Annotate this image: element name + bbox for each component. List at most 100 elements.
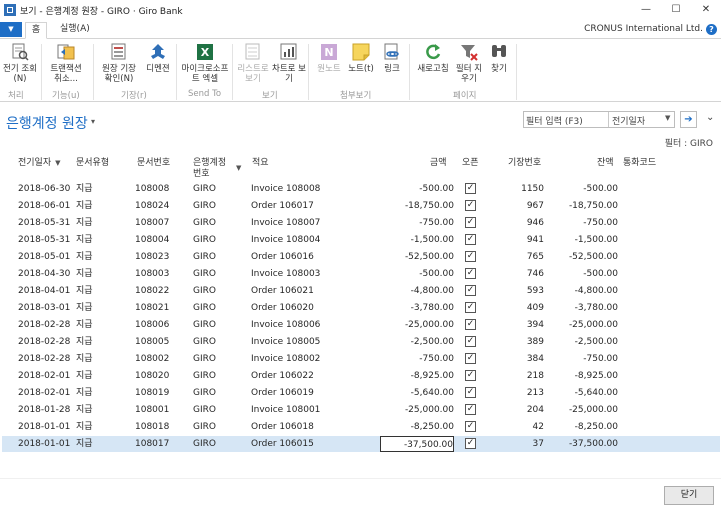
- apply-filter-button[interactable]: ➔: [680, 111, 697, 128]
- cell-bank-account-no[interactable]: GIRO: [193, 266, 243, 282]
- cell-amount[interactable]: -18,750.00: [380, 198, 454, 214]
- column-header-bank-account-no[interactable]: 은행계정 번호: [193, 158, 233, 180]
- cell-entry-no[interactable]: 946: [492, 215, 544, 231]
- cell-posting-date[interactable]: 2018-01-01: [18, 436, 78, 452]
- table-row[interactable]: 2018-02-28 지급 108006 GIRO Invoice 108006 -25,…: [2, 317, 720, 333]
- filter-input[interactable]: 필터 입력 (F3): [526, 114, 583, 127]
- open-checkbox[interactable]: ✓: [465, 438, 476, 449]
- open-checkbox[interactable]: ✓: [465, 200, 476, 211]
- cell-currency-code[interactable]: [623, 317, 683, 333]
- cell-amount[interactable]: -1,500.00: [380, 232, 454, 248]
- cell-bank-account-no[interactable]: GIRO: [193, 317, 243, 333]
- close-window-button[interactable]: ✕: [692, 2, 720, 18]
- cell-entry-no[interactable]: 1150: [492, 181, 544, 197]
- cell-currency-code[interactable]: [623, 198, 683, 214]
- cell-entry-no[interactable]: 967: [492, 198, 544, 214]
- cell-description[interactable]: Invoice 108007: [251, 215, 371, 231]
- cell-document-no[interactable]: 108004: [135, 232, 185, 248]
- maximize-button[interactable]: ☐: [662, 2, 690, 18]
- cell-document-no[interactable]: 108003: [135, 266, 185, 282]
- cell-bank-account-no[interactable]: GIRO: [193, 249, 243, 265]
- column-header-amount[interactable]: 금액: [430, 158, 447, 169]
- cell-entry-no[interactable]: 593: [492, 283, 544, 299]
- cell-posting-date[interactable]: 2018-05-01: [18, 249, 78, 265]
- column-header-currency-code[interactable]: 통화코드: [623, 158, 656, 169]
- cell-entry-no[interactable]: 204: [492, 402, 544, 418]
- open-checkbox[interactable]: ✓: [465, 336, 476, 347]
- cell-remaining-amount[interactable]: -18,750.00: [562, 198, 618, 214]
- cell-amount[interactable]: -500.00: [380, 181, 454, 197]
- cell-amount[interactable]: -750.00: [380, 351, 454, 367]
- cell-currency-code[interactable]: [623, 232, 683, 248]
- filter-field-select[interactable]: 전기일자: [612, 114, 645, 127]
- cell-description[interactable]: Invoice 108002: [251, 351, 371, 367]
- cell-remaining-amount[interactable]: -25,000.00: [562, 402, 618, 418]
- open-checkbox[interactable]: ✓: [465, 217, 476, 228]
- expand-filter-icon[interactable]: ⌄: [706, 112, 714, 123]
- cell-bank-account-no[interactable]: GIRO: [193, 334, 243, 350]
- cell-entry-no[interactable]: 389: [492, 334, 544, 350]
- cell-description[interactable]: Order 106016: [251, 249, 371, 265]
- table-row[interactable]: 2018-02-28 지급 108005 GIRO Invoice 108005 -2,5…: [2, 334, 720, 350]
- cell-bank-account-no[interactable]: GIRO: [193, 215, 243, 231]
- cell-remaining-amount[interactable]: -8,250.00: [562, 419, 618, 435]
- open-checkbox[interactable]: ✓: [465, 302, 476, 313]
- dimensions-button[interactable]: 디멘젼: [143, 42, 173, 74]
- cell-description[interactable]: Order 106015: [251, 436, 371, 452]
- table-row[interactable]: 2018-02-01 지급 108019 GIRO Order 106019 -5,640…: [2, 385, 720, 401]
- table-row[interactable]: 2018-01-28 지급 108001 GIRO Invoice 108001 -25,…: [2, 402, 720, 418]
- onenote-button[interactable]: N 원노트: [312, 42, 346, 74]
- cell-bank-account-no[interactable]: GIRO: [193, 283, 243, 299]
- cell-document-no[interactable]: 108017: [135, 436, 185, 452]
- table-row[interactable]: 2018-01-01 지급 108018 GIRO Order 106018 -8,250…: [2, 419, 720, 435]
- cell-currency-code[interactable]: [623, 385, 683, 401]
- cell-bank-account-no[interactable]: GIRO: [193, 402, 243, 418]
- cell-remaining-amount[interactable]: -500.00: [562, 181, 618, 197]
- table-row[interactable]: 2018-04-30 지급 108003 GIRO Invoice 108003 -500…: [2, 266, 720, 282]
- column-header-document-no[interactable]: 문서번호: [137, 158, 170, 169]
- page-title[interactable]: 은행계정 원장: [6, 113, 88, 133]
- cell-entry-no[interactable]: 941: [492, 232, 544, 248]
- cell-amount[interactable]: -52,500.00: [380, 249, 454, 265]
- column-header-document-type[interactable]: 문서유형: [76, 158, 109, 169]
- ledger-entries-button[interactable]: 원장 기장 확인(N): [99, 42, 139, 84]
- find-button[interactable]: 찾기: [487, 42, 511, 74]
- cell-currency-code[interactable]: [623, 419, 683, 435]
- cell-amount[interactable]: -4,800.00: [380, 283, 454, 299]
- column-header-description[interactable]: 적요: [252, 158, 269, 169]
- cell-remaining-amount[interactable]: -1,500.00: [562, 232, 618, 248]
- cell-amount[interactable]: -5,640.00: [380, 385, 454, 401]
- cell-document-type[interactable]: 지급: [76, 181, 116, 197]
- link-button[interactable]: 링크: [380, 42, 404, 74]
- open-checkbox[interactable]: ✓: [465, 234, 476, 245]
- cell-remaining-amount[interactable]: -2,500.00: [562, 334, 618, 350]
- list-view-button[interactable]: 리스트로 보기: [236, 42, 270, 84]
- cell-currency-code[interactable]: [623, 266, 683, 282]
- table-row[interactable]: 2018-05-31 지급 108007 GIRO Invoice 108007 -750…: [2, 215, 720, 231]
- note-button[interactable]: 노트(t): [346, 42, 376, 74]
- cell-description[interactable]: Invoice 108008: [251, 181, 371, 197]
- cell-entry-no[interactable]: 409: [492, 300, 544, 316]
- cell-document-no[interactable]: 108023: [135, 249, 185, 265]
- cell-amount[interactable]: -25,000.00: [380, 402, 454, 418]
- cell-currency-code[interactable]: [623, 351, 683, 367]
- cell-posting-date[interactable]: 2018-03-01: [18, 300, 78, 316]
- cell-description[interactable]: Invoice 108006: [251, 317, 371, 333]
- cell-document-no[interactable]: 108019: [135, 385, 185, 401]
- cell-document-type[interactable]: 지급: [76, 385, 116, 401]
- table-row[interactable]: 2018-04-01 지급 108022 GIRO Order 106021 -4,800…: [2, 283, 720, 299]
- cell-currency-code[interactable]: [623, 436, 683, 452]
- cell-posting-date[interactable]: 2018-02-01: [18, 368, 78, 384]
- cell-document-type[interactable]: 지급: [76, 249, 116, 265]
- cell-currency-code[interactable]: [623, 249, 683, 265]
- open-checkbox[interactable]: ✓: [465, 251, 476, 262]
- table-row[interactable]: 2018-02-28 지급 108002 GIRO Invoice 108002 -750…: [2, 351, 720, 367]
- cell-remaining-amount[interactable]: -52,500.00: [562, 249, 618, 265]
- cell-document-no[interactable]: 108024: [135, 198, 185, 214]
- cell-bank-account-no[interactable]: GIRO: [193, 181, 243, 197]
- cell-document-type[interactable]: 지급: [76, 402, 116, 418]
- navigate-button[interactable]: 전기 조회(N): [3, 42, 37, 84]
- cell-entry-no[interactable]: 394: [492, 317, 544, 333]
- cell-document-type[interactable]: 지급: [76, 419, 116, 435]
- excel-button[interactable]: X 마이크로소프트 엑셀: [180, 42, 230, 84]
